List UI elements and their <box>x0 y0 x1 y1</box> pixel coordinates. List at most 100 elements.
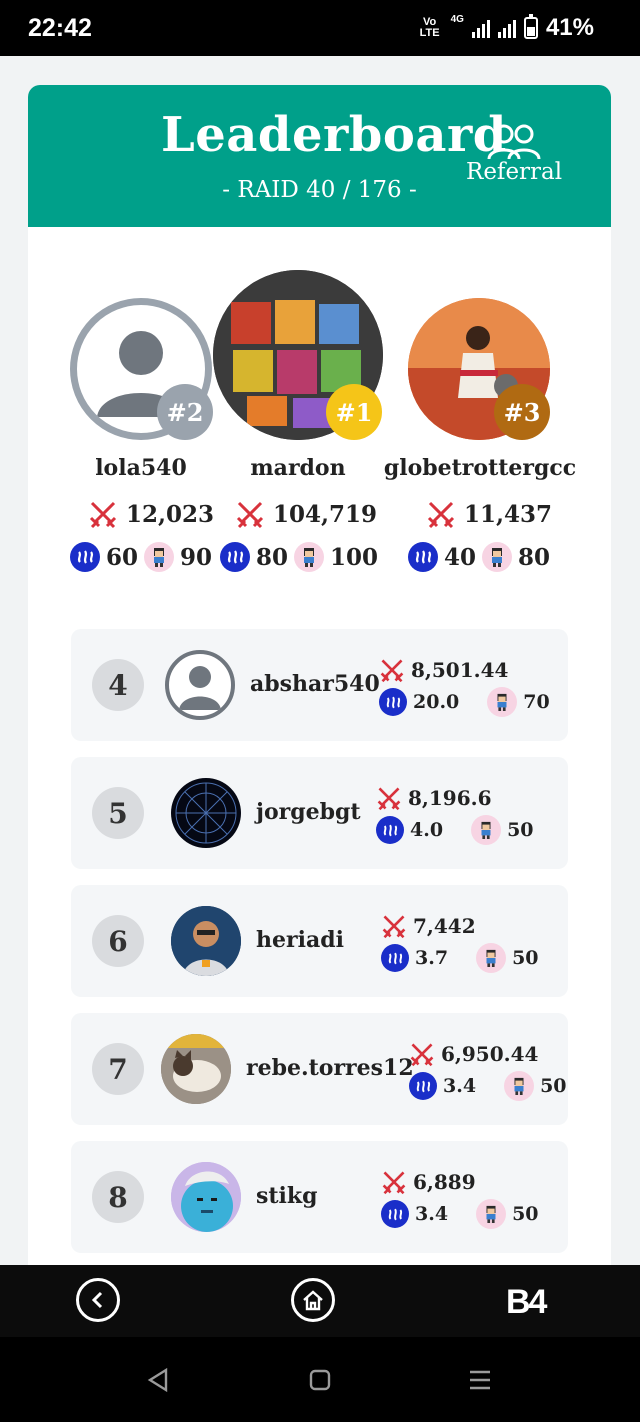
leaderboard-card: Leaderboard Referral - RAID 40 / 176 - #… <box>28 85 611 1265</box>
swords-icon <box>377 787 401 811</box>
steem-icon <box>376 816 404 844</box>
rank-number: 7 <box>92 1043 144 1095</box>
home-button[interactable] <box>291 1278 335 1322</box>
steem-icon <box>70 542 100 572</box>
char-value: 50 <box>512 947 539 969</box>
char-value: 70 <box>523 691 550 713</box>
podium-damage: 104,719 <box>235 499 377 529</box>
podium-rewards: 80 100 <box>220 542 378 572</box>
steem-value: 40 <box>444 543 477 571</box>
avatar <box>161 1034 231 1104</box>
swords-icon <box>236 501 264 529</box>
back-arrow-icon <box>91 1291 103 1309</box>
status-indicators: Vo LTE 4G 41% <box>417 14 594 42</box>
volte-indicator: Vo LTE <box>419 16 440 39</box>
swords-icon <box>410 1043 434 1067</box>
avatar <box>171 906 241 976</box>
steem-value: 4.0 <box>410 819 444 841</box>
status-bar: 22:42 Vo LTE 4G 41% <box>0 0 640 56</box>
damage-value: 8,196.6 <box>408 786 492 810</box>
back-button[interactable] <box>76 1278 120 1322</box>
char-value: 50 <box>512 1203 539 1225</box>
char-value: 50 <box>507 819 534 841</box>
rank-number: 5 <box>92 787 144 839</box>
character-icon <box>476 1199 507 1229</box>
rank-number: 4 <box>92 659 144 711</box>
rank-badge: #1 <box>326 384 382 440</box>
char-value: 80 <box>518 543 551 571</box>
steem-value: 3.7 <box>415 947 449 969</box>
steem-value: 3.4 <box>415 1203 449 1225</box>
damage-value: 7,442 <box>413 914 476 938</box>
system-navigation <box>0 1337 640 1422</box>
row-stats: 7,442 3.7 50 <box>381 913 551 973</box>
character-icon <box>482 542 513 572</box>
damage-value: 8,501.44 <box>411 658 509 682</box>
rank-number: 8 <box>92 1171 144 1223</box>
row-username: abshar540 <box>250 671 380 697</box>
row-username: jorgebgt <box>256 799 361 825</box>
row-username: rebe.torres12 <box>246 1055 414 1081</box>
steem-value: 60 <box>106 543 139 571</box>
steem-icon <box>381 1200 409 1228</box>
avatar <box>165 650 235 720</box>
rank-number: 6 <box>92 915 144 967</box>
row-stats: 6,889 3.4 50 <box>381 1169 551 1229</box>
damage-value: 6,889 <box>413 1170 476 1194</box>
podium-damage: 11,437 <box>426 499 552 529</box>
system-recents-icon[interactable] <box>468 1368 492 1392</box>
steem-icon <box>220 542 250 572</box>
steem-value: 80 <box>256 543 289 571</box>
character-icon <box>471 815 502 845</box>
leaderboard-row[interactable]: 7 rebe.torres12 6,950.44 3.4 50 <box>71 1013 568 1125</box>
page-title: Leaderboard <box>161 107 507 163</box>
system-back-icon[interactable] <box>146 1367 170 1393</box>
system-home-icon[interactable] <box>308 1368 332 1392</box>
avatar <box>171 1162 241 1232</box>
rank-badge: #2 <box>157 384 213 440</box>
damage-value: 104,719 <box>273 500 378 528</box>
char-value: 90 <box>180 543 213 571</box>
podium-name: globetrottergcc <box>383 455 577 481</box>
signal-icon-2 <box>497 18 516 38</box>
home-icon <box>303 1290 323 1311</box>
avatar <box>171 778 241 848</box>
steem-value: 20.0 <box>413 691 460 713</box>
character-icon <box>294 542 325 572</box>
character-icon <box>144 542 175 572</box>
battery-icon <box>523 14 538 39</box>
referral-icon[interactable] <box>486 123 542 161</box>
podium-rewards: 60 90 <box>70 542 212 572</box>
podium-damage: 12,023 <box>88 499 214 529</box>
character-icon <box>487 687 518 717</box>
swords-icon <box>427 501 455 529</box>
bottom-app-bar: B4 <box>0 1265 640 1337</box>
status-time: 22:42 <box>28 14 92 42</box>
character-icon <box>476 943 507 973</box>
app-logo[interactable]: B4 <box>506 1283 547 1322</box>
signal-icon <box>471 18 490 38</box>
row-username: heriadi <box>256 927 344 953</box>
steem-icon <box>379 688 407 716</box>
raid-subtitle: - RAID 40 / 176 - <box>222 177 417 203</box>
char-value: 50 <box>540 1075 567 1097</box>
leaderboard-row[interactable]: 5 jorgebgt 8,196.6 4.0 50 <box>71 757 568 869</box>
row-stats: 6,950.44 3.4 50 <box>409 1041 579 1101</box>
steem-icon <box>381 944 409 972</box>
row-stats: 8,501.44 20.0 70 <box>379 657 550 717</box>
row-stats: 8,196.6 4.0 50 <box>376 785 546 845</box>
character-icon <box>504 1071 535 1101</box>
leaderboard-row[interactable]: 8 stikg 6,889 3.4 50 <box>71 1141 568 1253</box>
leaderboard-header: Leaderboard Referral - RAID 40 / 176 - <box>28 85 611 227</box>
swords-icon <box>380 659 404 683</box>
swords-icon <box>382 1171 406 1195</box>
damage-value: 12,023 <box>126 500 215 528</box>
row-username: stikg <box>256 1183 318 1209</box>
swords-icon <box>89 501 117 529</box>
steem-icon <box>408 542 438 572</box>
leaderboard-row[interactable]: 6 heriadi 7,442 3.7 50 <box>71 885 568 997</box>
swords-icon <box>382 915 406 939</box>
steem-icon <box>409 1072 437 1100</box>
leaderboard-row[interactable]: 4 abshar540 8,501.44 20.0 70 <box>71 629 568 741</box>
battery-percent: 41% <box>545 14 594 41</box>
